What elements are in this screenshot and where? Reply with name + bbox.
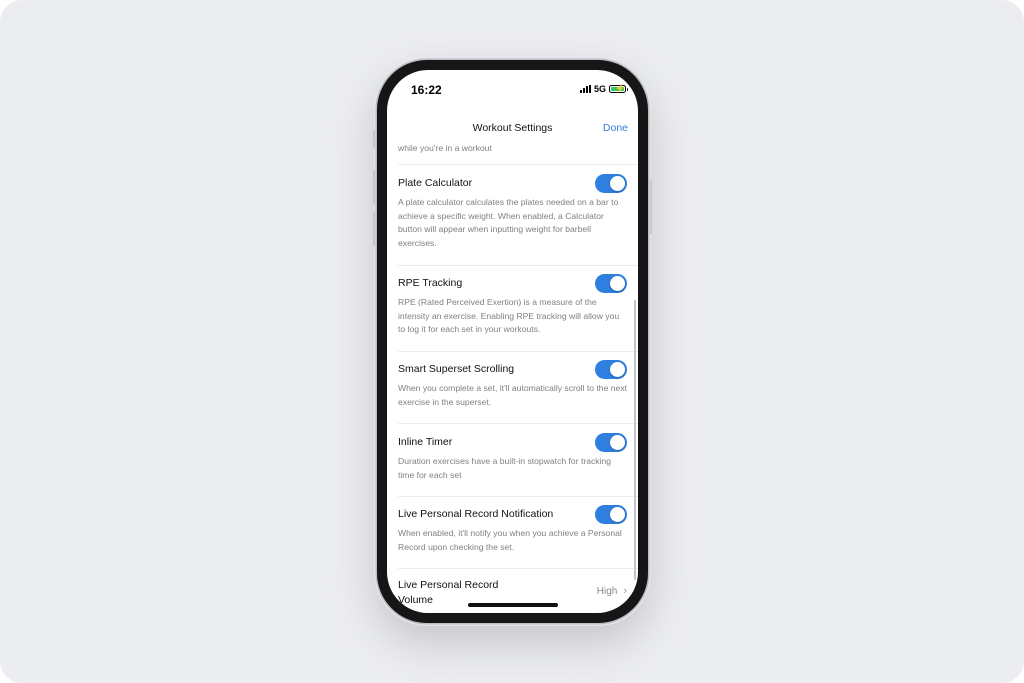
- phone-frame: 16:22 5G ⚡ Workout Settings Done while y…: [373, 60, 652, 623]
- rpe-tracking-toggle[interactable]: [595, 274, 627, 293]
- setting-smart-superset-scrolling: Smart Superset Scrolling When you comple…: [398, 360, 628, 422]
- setting-description: while you're in a workout: [398, 143, 492, 153]
- status-indicators: 5G ⚡: [579, 84, 628, 94]
- setting-title: Live Personal Record Notification: [398, 508, 554, 520]
- plate-calculator-toggle[interactable]: [595, 174, 627, 193]
- settings-list[interactable]: while you're in a workout Plate Calculat…: [387, 142, 638, 613]
- setting-description: RPE (Rated Perceived Exertion) is a meas…: [398, 297, 620, 334]
- setting-title: Inline Timer: [398, 436, 453, 448]
- page-title: Workout Settings: [472, 122, 553, 134]
- setting-title: Smart Superset Scrolling: [398, 363, 515, 375]
- smart-superset-scrolling-toggle[interactable]: [595, 360, 627, 379]
- scroll-indicator[interactable]: [634, 300, 636, 580]
- setting-plate-calculator: Plate Calculator A plate calculator calc…: [398, 174, 627, 266]
- volume-up-button: [373, 170, 375, 204]
- power-button: [650, 180, 652, 234]
- setting-description: Duration exercises have a built-in stopw…: [398, 456, 612, 480]
- network-type: 5G: [593, 84, 606, 94]
- mute-switch: [373, 130, 375, 148]
- setting-description: When enabled, it'll notify you when you …: [398, 528, 622, 552]
- signal-bars-icon: [579, 85, 591, 93]
- status-time: 16:22: [411, 83, 442, 97]
- live-pr-notification-toggle[interactable]: [595, 505, 627, 524]
- volume-value[interactable]: High ›: [596, 585, 627, 598]
- divider: [398, 568, 638, 569]
- setting-inline-timer: Inline Timer Duration exercises have a b…: [398, 433, 627, 495]
- divider: [398, 164, 638, 165]
- divider: [398, 351, 638, 352]
- setting-title: RPE Tracking: [398, 277, 463, 289]
- navigation-bar: Workout Settings Done: [387, 114, 638, 144]
- divider: [398, 265, 638, 266]
- volume-down-button: [373, 212, 375, 246]
- setting-description: When you complete a set, it'll automatic…: [398, 383, 628, 407]
- volume-value-text: High: [596, 586, 618, 597]
- setting-title: Plate Calculator: [398, 177, 473, 189]
- battery-charging-icon: ⚡: [609, 84, 628, 93]
- setting-title-line-1: Live Personal Record: [398, 579, 499, 591]
- done-button[interactable]: Done: [603, 122, 628, 134]
- home-indicator[interactable]: [468, 603, 558, 607]
- divider: [398, 423, 638, 424]
- setting-live-pr-notification: Live Personal Record Notification When e…: [398, 505, 627, 567]
- phone-screen: 16:22 5G ⚡ Workout Settings Done while y…: [387, 70, 638, 613]
- status-bar: 16:22 5G ⚡: [387, 70, 638, 114]
- chevron-right-icon: ›: [623, 585, 627, 597]
- divider: [398, 496, 638, 497]
- setting-title-line-2: Volume: [398, 594, 434, 606]
- setting-description: A plate calculator calculates the plates…: [398, 197, 619, 248]
- inline-timer-toggle[interactable]: [595, 433, 627, 452]
- setting-rpe-tracking: RPE Tracking RPE (Rated Perceived Exerti…: [398, 274, 627, 356]
